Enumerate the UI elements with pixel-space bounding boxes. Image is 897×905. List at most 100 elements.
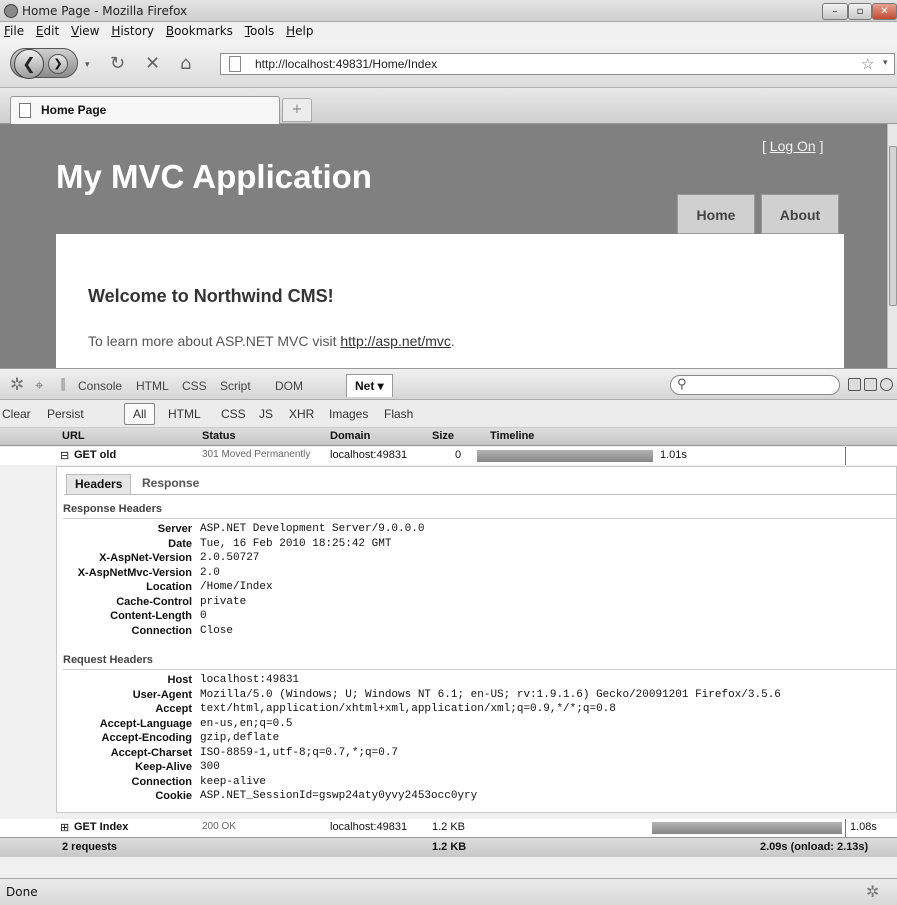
filter-xhr-button[interactable]: XHR <box>289 407 314 421</box>
filter-flash-button[interactable]: Flash <box>384 407 413 421</box>
minimize-firebug-icon[interactable] <box>848 378 861 391</box>
stop-icon[interactable]: ✕ <box>145 53 160 74</box>
menu-file[interactable]: File <box>0 22 28 40</box>
filter-js-button[interactable]: JS <box>259 407 273 421</box>
header-row: Content-Length 0 <box>0 610 206 624</box>
menu-view[interactable]: View <box>67 22 103 40</box>
filter-all-button[interactable]: All <box>124 403 156 425</box>
filter-images-button[interactable]: Images <box>329 407 368 421</box>
close-button[interactable]: ✕ <box>872 3 897 20</box>
logon-link[interactable]: Log On <box>770 138 816 154</box>
col-url[interactable]: URL <box>62 430 85 442</box>
header-value: 0 <box>200 610 207 622</box>
timeline-bar <box>477 450 653 462</box>
timeline-marker <box>845 819 846 837</box>
url-dropdown-icon[interactable]: ▾ <box>883 58 888 68</box>
firebug-search-input[interactable]: ⚲ <box>670 375 840 395</box>
section-divider <box>63 518 897 519</box>
learn-more-text: To learn more about ASP.NET MVC visit ht… <box>88 333 455 349</box>
header-name: Cookie <box>155 790 192 802</box>
tab-headers[interactable]: Headers <box>66 474 132 494</box>
request-row[interactable]: ⊞ GET Index 200 OK localhost:49831 1.2 K… <box>0 819 897 837</box>
menu-history[interactable]: History <box>107 22 158 40</box>
scrollbar-thumb[interactable] <box>889 146 897 306</box>
menu-tools[interactable]: Tools <box>241 22 279 40</box>
firebug-status-icon[interactable]: ✲ <box>866 882 879 901</box>
maximize-button[interactable]: ▫ <box>848 3 872 20</box>
header-value: text/html,application/xhtml+xml,applicat… <box>200 703 616 715</box>
header-row: Date Tue, 16 Feb 2010 18:25:42 GMT <box>0 537 391 552</box>
header-row: Accept-Charset ISO-8859-1,utf-8;q=0.7,*;q… <box>0 747 398 761</box>
tab-response[interactable]: Response <box>134 474 207 494</box>
header-name: Accept <box>155 703 192 715</box>
clear-button[interactable]: Clear <box>2 407 31 421</box>
address-bar[interactable]: http://localhost:49831/Home/Index ☆ ▾ <box>220 53 895 75</box>
inspect-icon[interactable]: ⌖ <box>35 376 43 394</box>
tab-net[interactable]: Net ▾ <box>346 374 393 397</box>
home-icon[interactable]: ⌂ <box>180 53 191 74</box>
details-tab-divider <box>64 494 897 495</box>
page-icon <box>229 56 241 72</box>
persist-button[interactable]: Persist <box>47 407 84 421</box>
request-url[interactable]: GET Index <box>74 821 128 833</box>
detach-firebug-icon[interactable] <box>864 378 877 391</box>
net-column-header: URL Status Domain Size Timeline <box>0 428 897 446</box>
tab-home-page[interactable]: Home Page <box>10 96 280 124</box>
header-value: Tue, 16 Feb 2010 18:25:42 GMT <box>200 537 392 550</box>
close-firebug-icon[interactable] <box>880 378 893 391</box>
site-nav-about[interactable]: About <box>761 194 839 234</box>
expand-icon[interactable]: ⊞ <box>60 821 69 834</box>
aspnet-mvc-link[interactable]: http://asp.net/mvc <box>340 333 451 349</box>
filter-html-button[interactable]: HTML <box>168 407 201 421</box>
request-domain: localhost:49831 <box>330 449 408 461</box>
header-value: keep-alive <box>200 775 267 788</box>
header-name: Connection <box>131 624 193 637</box>
menu-bookmarks[interactable]: Bookmarks <box>162 22 237 40</box>
header-row: Cache-Control private <box>0 595 246 610</box>
menu-help[interactable]: Help <box>282 22 317 40</box>
col-domain[interactable]: Domain <box>330 430 370 442</box>
filter-css-button[interactable]: CSS <box>221 407 246 421</box>
page-scrollbar[interactable] <box>887 124 897 368</box>
minimize-button[interactable]: – <box>822 3 848 20</box>
col-status[interactable]: Status <box>202 430 236 442</box>
bookmark-star-icon[interactable]: ☆ <box>861 55 874 73</box>
request-url[interactable]: GET old <box>74 449 116 461</box>
header-name: Host <box>167 674 192 686</box>
welcome-heading: Welcome to Northwind CMS! <box>88 286 334 306</box>
request-size: 0 <box>455 449 462 461</box>
menu-edit[interactable]: Edit <box>32 22 63 40</box>
request-status: 301 Moved Permanently <box>202 449 311 460</box>
header-name: Cache-Control <box>116 595 192 608</box>
back-button[interactable]: ❮ <box>14 49 44 79</box>
site-title: My MVC Application <box>56 158 372 195</box>
firefox-icon <box>4 4 18 18</box>
summary-time: 2.09s (onload: 2.13s) <box>760 841 869 853</box>
tab-console[interactable]: Console <box>78 379 122 393</box>
reload-icon[interactable]: ↻ <box>110 53 125 74</box>
logon-area: [ Log On ] <box>762 138 824 154</box>
forward-button[interactable]: ❯ <box>48 54 68 74</box>
pause-icon[interactable]: ∥ <box>60 377 67 392</box>
navigation-toolbar: ❮ ❯ ▾ ↻ ✕ ⌂ http://localhost:49831/Home/… <box>0 40 897 88</box>
tab-strip: Home Page + <box>0 88 897 124</box>
request-size: 1.2 KB <box>432 821 466 833</box>
request-time: 1.08s <box>850 821 877 833</box>
tab-dom[interactable]: DOM <box>275 379 303 393</box>
tab-css[interactable]: CSS <box>182 379 207 393</box>
site-nav-home[interactable]: Home <box>677 194 755 234</box>
firebug-bug-icon[interactable]: ✲ <box>10 375 24 395</box>
request-status: 200 OK <box>202 821 236 832</box>
header-name: Date <box>168 537 192 550</box>
tab-script[interactable]: Script <box>220 379 251 393</box>
history-dropdown-icon[interactable]: ▾ <box>85 60 90 70</box>
collapse-icon[interactable]: ⊟ <box>60 449 69 462</box>
request-row[interactable]: ⊟ GET old 301 Moved Permanently localhos… <box>0 447 897 465</box>
menu-bar: File Edit View History Bookmarks Tools H… <box>0 22 897 40</box>
summary-requests: 2 requests <box>62 841 118 853</box>
tab-html[interactable]: HTML <box>136 379 169 393</box>
col-size[interactable]: Size <box>432 430 454 442</box>
col-timeline[interactable]: Timeline <box>490 430 534 442</box>
new-tab-button[interactable]: + <box>282 98 312 122</box>
header-value: /Home/Index <box>200 581 273 593</box>
